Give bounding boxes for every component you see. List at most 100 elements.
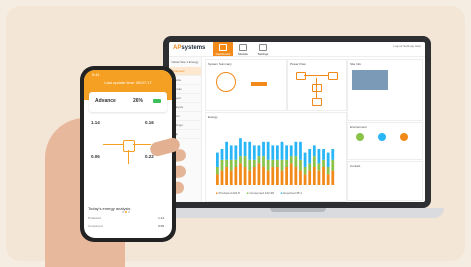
bar-series-1-15 [285,159,288,167]
bar-series-0-25 [331,170,335,185]
bar-series-1-8 [252,159,256,167]
bar-series-2-18 [299,141,302,160]
bar-series-0-20 [308,170,312,185]
home-icon [123,140,135,152]
gear-icon [259,44,267,51]
bar-series-0-7 [248,170,252,185]
flow-line [304,75,328,76]
dashboard-icon [219,44,227,51]
flow-line [103,144,123,145]
bar-series-2-15 [285,145,288,160]
bar-series-1-22 [317,163,321,171]
analysis-title: Today's energy analysis [88,206,131,211]
top-links[interactable]: Logout Settings Help [393,44,421,48]
bar-series-1-12 [271,159,275,167]
bar-series-0-18 [299,170,302,185]
bar-series-0-5 [239,163,242,185]
bar-series-0-11 [266,170,270,185]
contact-panel: Contact [347,161,423,201]
nav-module[interactable]: Module [233,42,253,56]
bar-series-2-24 [326,152,330,167]
battery-percent: 26% [133,98,144,104]
analysis-row: Produced 1.14 [88,216,164,220]
bar-series-1-0 [216,167,219,175]
contact-title: Contact [350,164,361,168]
battery-icon [312,98,322,106]
bar-series-2-10 [262,141,265,157]
bar-series-0-0 [216,174,219,185]
bar-series-0-23 [322,167,325,185]
flow-line [316,78,317,98]
tree-icon [400,133,408,141]
bar-series-0-24 [326,174,330,185]
bar-series-0-13 [276,167,279,185]
site-info-title: Site Info [350,62,362,66]
bar-series-0-12 [271,167,275,185]
mode-label: Advance [95,98,116,104]
analysis-row: Consumed 0.05 [88,224,164,228]
bar-series-1-2 [225,159,228,167]
bar-series-2-23 [322,149,325,160]
bar-series-2-22 [317,149,321,164]
dashboard-screen: APsystems Dashboard Module Settings Logo… [169,42,425,202]
bar-series-1-6 [243,156,247,167]
battery-icon [153,99,161,103]
bar-series-2-21 [312,145,316,157]
nav-settings[interactable]: Settings [253,42,273,56]
bar-series-2-19 [303,152,307,167]
bar-series-1-7 [248,159,252,171]
bar-series-1-9 [257,156,261,164]
laptop-notch [270,208,326,212]
bar-series-2-16 [289,145,293,157]
flow-title: Power Flow [290,62,306,66]
bar-series-1-18 [299,159,302,171]
bar-series-2-3 [229,145,233,160]
summary-title: System Summary [208,62,232,66]
bar-series-1-16 [289,156,293,164]
bar-series-1-4 [234,159,238,167]
bar-series-1-24 [326,167,330,175]
environment-panel: Environment [347,122,423,160]
bar-series-1-1 [220,159,224,171]
bar-series-0-9 [257,163,261,185]
solar-node: 1.14 [91,120,100,125]
bar-series-2-5 [239,138,242,157]
module-icon [239,44,247,51]
home-icon [312,84,322,92]
grid-node: 0.06 [91,154,100,159]
status-time: 9:41 [92,72,100,77]
bar-series-1-11 [266,159,270,171]
bar-series-1-25 [331,159,335,171]
top-bar: APsystems Dashboard Module Settings Logo… [169,42,425,57]
bar-series-2-4 [234,145,238,160]
bar-series-0-4 [234,167,238,185]
bar-series-0-15 [285,167,288,185]
bar-series-2-11 [266,141,270,160]
bar-series-1-17 [294,156,298,167]
bar-series-0-8 [252,167,256,185]
bar-series-2-20 [308,149,312,164]
bar-series-2-17 [294,141,298,157]
bar-series-1-19 [303,167,307,175]
summary-panel: System Summary [205,59,287,111]
phone-summary-card: Advance 26% [89,92,167,112]
bar-series-2-1 [220,149,224,160]
home-node: 0.16 [145,120,154,125]
laptop: APsystems Dashboard Module Settings Logo… [163,36,431,208]
leaf-icon [356,133,364,141]
bar-series-1-21 [312,156,316,167]
bar-series-2-13 [276,145,279,160]
bar-series-0-21 [312,167,316,185]
solar-icon [296,72,306,80]
bar-series-0-1 [220,170,224,185]
environment-title: Environment [350,125,367,129]
bar-series-2-14 [280,141,284,160]
bar-series-0-17 [294,167,298,185]
nav-dashboard[interactable]: Dashboard [213,42,233,56]
bar-series-1-14 [280,159,284,171]
bar-series-2-7 [248,141,252,160]
energy-chart [216,138,335,185]
sidebar-title: Yellow Site 1 Energy [171,60,199,64]
bar-series-0-16 [289,163,293,185]
energy-chart-panel: Energy ■ Produced 222.8 ■ Consumed 142.3… [205,112,347,202]
